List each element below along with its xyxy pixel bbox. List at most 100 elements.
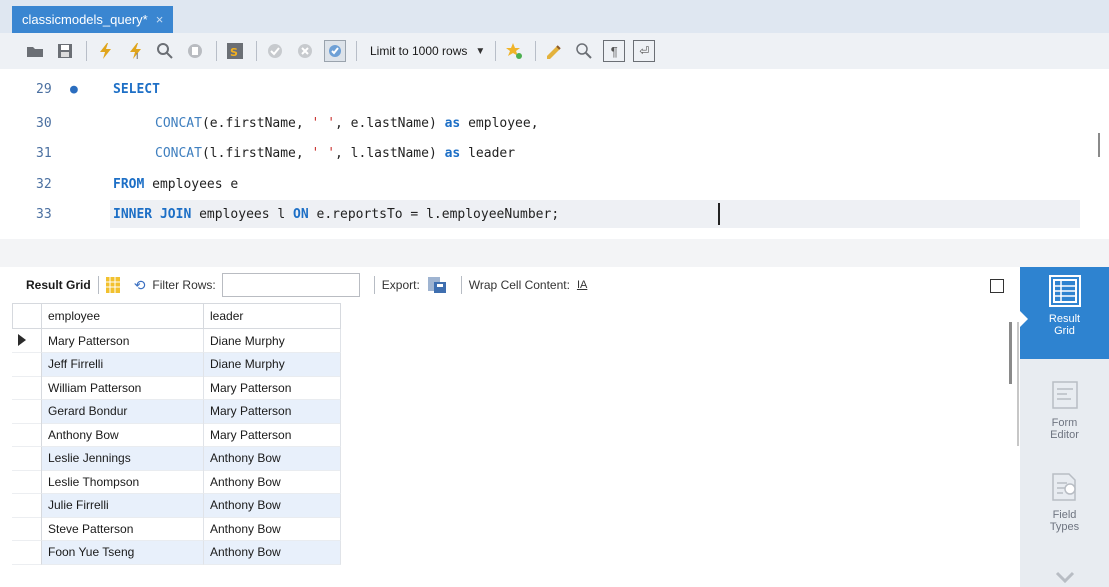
row-gutter[interactable]	[12, 399, 42, 424]
cell-employee[interactable]: Leslie Thompson	[42, 470, 204, 494]
cell-leader[interactable]: Diane Murphy	[204, 352, 341, 377]
rollback-icon[interactable]	[294, 40, 316, 62]
editor-toolbar: I S Limit to 1000 rows ▼ ¶ ⏎	[0, 33, 1109, 69]
cell-employee[interactable]: Foon Yue Tseng	[42, 540, 204, 565]
result-grid-label[interactable]: Result Grid	[26, 278, 91, 292]
grid-layout-icon[interactable]	[105, 277, 120, 293]
cell-leader[interactable]: Anthony Bow	[204, 540, 341, 565]
word-wrap-icon[interactable]: ⏎	[633, 40, 656, 62]
cell-leader[interactable]: Mary Patterson	[204, 376, 341, 400]
toolbar-separator	[216, 41, 217, 61]
active-indicator	[1020, 311, 1028, 327]
row-gutter[interactable]	[12, 517, 42, 541]
table-row[interactable]: Leslie Jennings Anthony Bow	[12, 446, 341, 471]
save-icon[interactable]	[54, 40, 76, 62]
result-toolbar: Result Grid ⟲ Filter Rows: Export: Wrap …	[12, 269, 1020, 301]
add-snippet-icon[interactable]	[503, 40, 525, 62]
cell-leader[interactable]: Anthony Bow	[204, 470, 341, 494]
table-row[interactable]: Leslie Thompson Anthony Bow	[12, 470, 341, 494]
row-gutter[interactable]	[12, 352, 42, 377]
filter-rows-label: Filter Rows:	[152, 278, 216, 292]
result-side-panel: Result Grid Form Editor Field Types	[1020, 267, 1109, 587]
row-gutter[interactable]	[12, 493, 42, 518]
row-gutter[interactable]	[12, 376, 42, 400]
table-row[interactable]: Anthony Bow Mary Patterson	[12, 423, 341, 447]
grid-vertical-scrollbar[interactable]	[1009, 322, 1012, 384]
side-panel-field-types[interactable]: Field Types	[1020, 463, 1109, 553]
result-grid[interactable]: employee leader Mary Patterson Diane Murp…	[12, 303, 1012, 587]
cell-employee[interactable]: Gerard Bondur	[42, 399, 204, 424]
toolbar-separator	[495, 41, 497, 61]
table-row[interactable]: Steve Patterson Anthony Bow	[12, 517, 341, 541]
side-panel-result-grid[interactable]: Result Grid	[1020, 267, 1109, 359]
cell-leader[interactable]: Diane Murphy	[204, 329, 341, 353]
cell-leader[interactable]: Anthony Bow	[204, 493, 341, 518]
toggle-output-icon[interactable]: S	[224, 40, 246, 62]
side-panel-form-editor[interactable]: Form Editor	[1020, 371, 1109, 459]
toggle-side-panel-icon[interactable]	[990, 279, 1004, 293]
filter-rows-input[interactable]	[221, 273, 360, 297]
line-number: 30	[36, 115, 52, 131]
grid-header-row: employee leader	[12, 303, 341, 329]
editor-vertical-scrollbar[interactable]	[1098, 133, 1100, 157]
cell-leader[interactable]: Mary Patterson	[204, 399, 341, 424]
column-header-leader[interactable]: leader	[204, 303, 341, 329]
sql-editor[interactable]: 29 ● SELECT 30 CONCAT(e.firstName, ' ', …	[0, 69, 1109, 242]
stop-icon[interactable]	[184, 40, 206, 62]
side-panel-more[interactable]	[1020, 567, 1109, 587]
execute-icon[interactable]	[94, 40, 116, 62]
cell-leader[interactable]: Anthony Bow	[204, 446, 341, 471]
line-number: 31	[36, 145, 52, 161]
table-row[interactable]: Julie Firrelli Anthony Bow	[12, 493, 341, 518]
row-gutter[interactable]	[12, 423, 42, 447]
chevron-down-icon[interactable]	[1054, 567, 1076, 587]
close-icon[interactable]: ×	[156, 12, 164, 27]
query-tab[interactable]: classicmodels_query* ×	[12, 6, 174, 33]
panel-splitter[interactable]	[0, 239, 1109, 267]
invisible-chars-icon[interactable]: ¶	[603, 40, 626, 62]
table-row[interactable]: Foon Yue Tseng Anthony Bow	[12, 540, 341, 565]
cell-employee[interactable]: William Patterson	[42, 376, 204, 400]
column-header-employee[interactable]: employee	[42, 303, 204, 329]
refresh-icon[interactable]: ⟲	[134, 277, 146, 294]
chevron-down-icon[interactable]: ▼	[475, 46, 485, 57]
current-row-arrow-icon	[18, 334, 26, 346]
svg-text:I: I	[136, 52, 138, 60]
execute-statement-icon[interactable]: I	[124, 40, 146, 62]
table-row[interactable]: Jeff Firrelli Diane Murphy	[12, 352, 341, 377]
side-panel-label: Result Grid	[1048, 313, 1081, 337]
row-gutter[interactable]	[12, 540, 42, 565]
cell-employee[interactable]: Julie Firrelli	[42, 493, 204, 518]
autocommit-icon[interactable]	[324, 40, 346, 62]
beautify-icon[interactable]	[543, 40, 565, 62]
code-text: CONCAT(e.firstName, ' ', e.lastName) as …	[155, 115, 539, 131]
limit-rows-select[interactable]: Limit to 1000 rows	[370, 44, 467, 58]
cell-leader[interactable]: Mary Patterson	[204, 423, 341, 447]
toolbar-separator	[97, 276, 99, 294]
editor-line: 32 FROM employees e	[0, 170, 1109, 198]
code-text: FROM employees e	[113, 176, 239, 192]
table-row[interactable]: Gerard Bondur Mary Patterson	[12, 399, 341, 424]
export-icon[interactable]	[427, 277, 446, 293]
table-row[interactable]: Mary Patterson Diane Murphy	[12, 329, 341, 353]
cell-employee[interactable]: Anthony Bow	[42, 423, 204, 447]
toolbar-separator	[356, 41, 357, 61]
field-types-icon	[1049, 471, 1081, 503]
cell-employee[interactable]: Mary Patterson	[42, 329, 204, 353]
row-gutter[interactable]	[12, 446, 42, 471]
cell-leader[interactable]: Anthony Bow	[204, 517, 341, 541]
grid-scroll-track	[1017, 322, 1019, 446]
find-icon[interactable]	[573, 40, 595, 62]
statement-marker-icon: ●	[70, 81, 78, 97]
table-row[interactable]: William Patterson Mary Patterson	[12, 376, 341, 400]
cell-employee[interactable]: Jeff Firrelli	[42, 352, 204, 377]
commit-icon[interactable]	[264, 40, 286, 62]
explain-icon[interactable]	[154, 40, 176, 62]
row-gutter[interactable]	[12, 329, 42, 353]
wrap-text-icon[interactable]: IA	[577, 279, 587, 291]
cell-employee[interactable]: Leslie Jennings	[42, 446, 204, 471]
row-gutter[interactable]	[12, 470, 42, 494]
open-folder-icon[interactable]	[24, 40, 46, 62]
line-number: 32	[36, 176, 52, 192]
cell-employee[interactable]: Steve Patterson	[42, 517, 204, 541]
